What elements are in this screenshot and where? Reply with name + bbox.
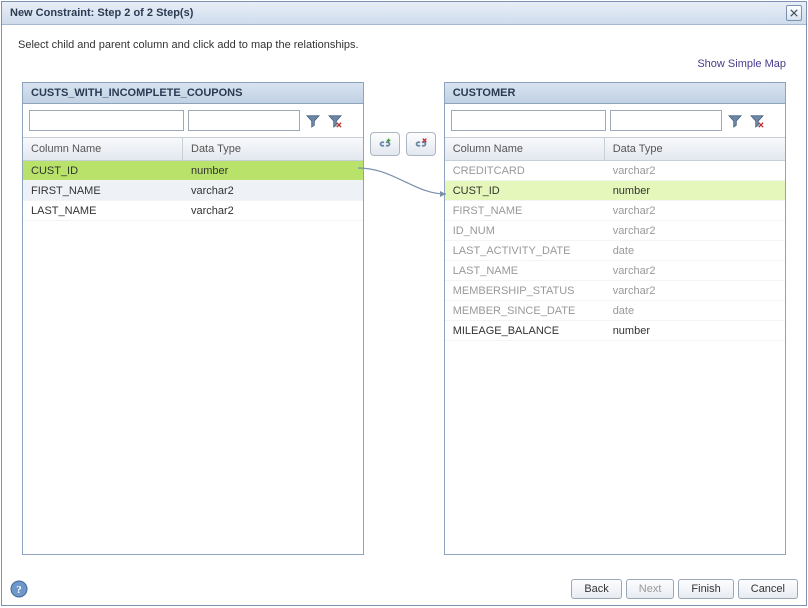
link-remove-icon [413,137,429,151]
column-name-cell: MEMBERSHIP_STATUS [445,285,605,297]
data-type-cell: varchar2 [605,225,785,237]
data-type-cell: number [183,165,363,177]
column-name-cell: CUST_ID [23,165,183,177]
table-row[interactable]: CREDITCARDvarchar2 [445,161,785,181]
finish-button[interactable]: Finish [678,579,733,599]
back-button[interactable]: Back [571,579,621,599]
mapping-middle [364,82,443,555]
column-name-cell: FIRST_NAME [23,185,183,197]
column-name-cell: MILEAGE_BALANCE [445,325,605,337]
data-type-cell: varchar2 [605,285,785,297]
close-icon [790,9,798,17]
column-name-cell: CUST_ID [445,185,605,197]
parent-table-panel: CUSTOMER Column Name Data Type CREDITCAR… [444,82,786,555]
table-row[interactable]: CUST_IDnumber [445,181,785,201]
help-icon: ? [10,580,28,598]
parent-filter-name-input[interactable] [451,110,606,131]
child-table-panel: CUSTS_WITH_INCOMPLETE_COUPONS Column Nam… [22,82,364,555]
show-simple-map-link[interactable]: Show Simple Map [697,58,786,70]
data-type-cell: number [605,325,785,337]
parent-columns-header: Column Name Data Type [445,137,785,161]
dialog-footer: ? Back Next Finish Cancel [10,579,798,599]
column-name-cell: CREDITCARD [445,165,605,177]
child-rows: CUST_IDnumberFIRST_NAMEvarchar2LAST_NAME… [23,161,363,554]
column-name-cell: LAST_NAME [23,205,183,217]
table-row[interactable]: MILEAGE_BALANCEnumber [445,321,785,341]
data-type-cell: date [605,245,785,257]
next-button[interactable]: Next [626,579,675,599]
table-row[interactable]: MEMBERSHIP_STATUSvarchar2 [445,281,785,301]
data-type-cell: varchar2 [183,205,363,217]
data-type-cell: varchar2 [605,205,785,217]
data-type-cell: varchar2 [183,185,363,197]
funnel-clear-icon [750,114,764,128]
table-row[interactable]: LAST_ACTIVITY_DATEdate [445,241,785,261]
column-name-cell: FIRST_NAME [445,205,605,217]
parent-rows: CREDITCARDvarchar2CUST_IDnumberFIRST_NAM… [445,161,785,554]
dialog-title-text: New Constraint: Step 2 of 2 Step(s) [10,7,193,19]
data-type-cell: date [605,305,785,317]
data-type-cell: varchar2 [605,165,785,177]
child-header-name[interactable]: Column Name [23,138,183,160]
parent-table-title: CUSTOMER [445,83,785,104]
funnel-clear-icon [328,114,342,128]
close-button[interactable] [786,5,802,21]
funnel-icon [306,114,320,128]
table-row[interactable]: ID_NUMvarchar2 [445,221,785,241]
parent-filter-row [445,104,785,137]
child-columns-header: Column Name Data Type [23,137,363,161]
cancel-button[interactable]: Cancel [738,579,798,599]
column-name-cell: LAST_NAME [445,265,605,277]
svg-text:?: ? [16,584,22,596]
parent-apply-filter-button[interactable] [726,111,744,131]
column-name-cell: MEMBER_SINCE_DATE [445,305,605,317]
parent-header-name[interactable]: Column Name [445,138,605,160]
dialog-title: New Constraint: Step 2 of 2 Step(s) [2,2,806,25]
column-name-cell: ID_NUM [445,225,605,237]
table-row[interactable]: LAST_NAMEvarchar2 [23,201,363,221]
table-row[interactable]: MEMBER_SINCE_DATEdate [445,301,785,321]
data-type-cell: number [605,185,785,197]
table-row[interactable]: FIRST_NAMEvarchar2 [445,201,785,221]
link-add-icon [377,137,393,151]
mapping-panels: CUSTS_WITH_INCOMPLETE_COUPONS Column Nam… [22,82,786,555]
funnel-icon [728,114,742,128]
child-apply-filter-button[interactable] [304,111,322,131]
parent-clear-filter-button[interactable] [748,111,766,131]
help-button[interactable]: ? [10,580,28,598]
child-table-title: CUSTS_WITH_INCOMPLETE_COUPONS [23,83,363,104]
remove-mapping-button[interactable] [406,132,436,156]
child-filter-name-input[interactable] [29,110,184,131]
parent-header-type[interactable]: Data Type [605,138,785,160]
child-filter-type-input[interactable] [188,110,300,131]
table-row[interactable]: LAST_NAMEvarchar2 [445,261,785,281]
column-name-cell: LAST_ACTIVITY_DATE [445,245,605,257]
child-header-type[interactable]: Data Type [183,138,363,160]
table-row[interactable]: FIRST_NAMEvarchar2 [23,181,363,201]
child-filter-row [23,104,363,137]
instruction-text: Select child and parent column and click… [2,25,806,59]
parent-filter-type-input[interactable] [610,110,722,131]
table-row[interactable]: CUST_IDnumber [23,161,363,181]
add-mapping-button[interactable] [370,132,400,156]
data-type-cell: varchar2 [605,265,785,277]
child-clear-filter-button[interactable] [326,111,344,131]
mapping-arrow [354,164,454,204]
